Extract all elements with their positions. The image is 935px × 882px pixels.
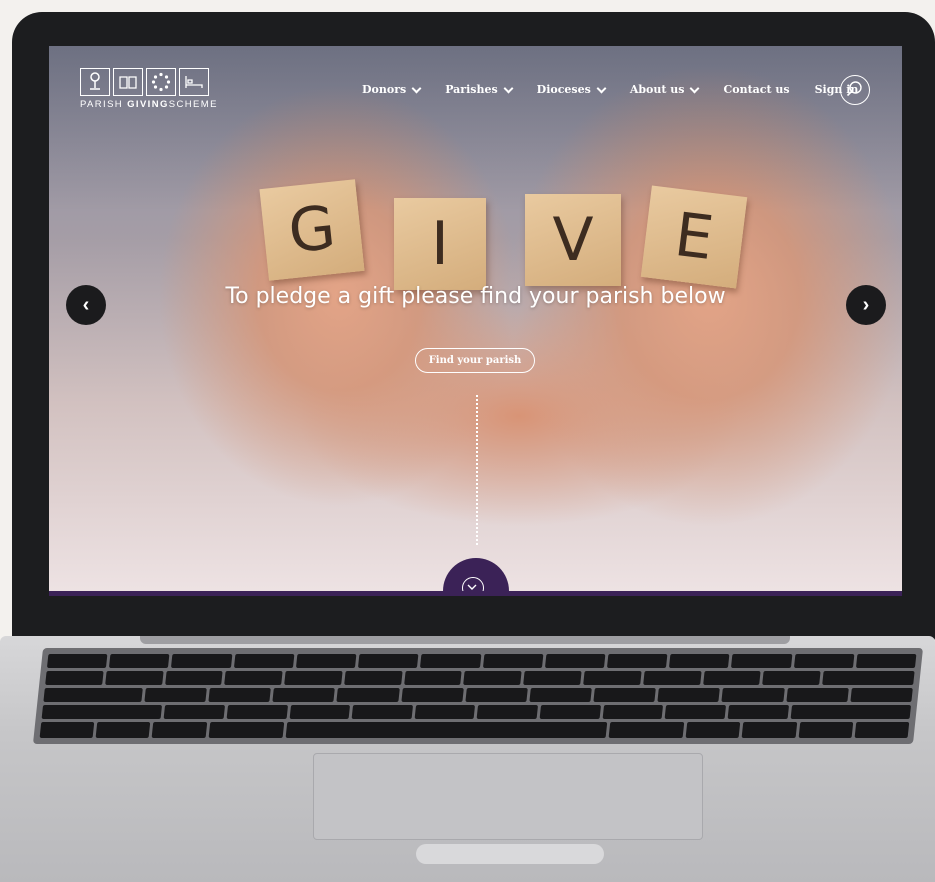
lid-notch bbox=[416, 844, 604, 864]
carousel-prev-button[interactable]: ‹ bbox=[66, 285, 106, 325]
bed-icon bbox=[179, 68, 209, 96]
accent-bar bbox=[49, 591, 902, 596]
circle-dots-icon bbox=[146, 68, 176, 96]
site-logo[interactable]: PARISH GIVINGSCHEME bbox=[80, 68, 230, 110]
main-nav: Donors Parishes Dioceses About us Contac… bbox=[362, 83, 883, 96]
chevron-down-icon bbox=[503, 83, 514, 93]
search-icon bbox=[846, 81, 862, 97]
letter-tile-i: I bbox=[394, 198, 486, 290]
website-screen: PARISH GIVINGSCHEME Donors Parishes Dioc… bbox=[49, 46, 902, 596]
logo-icons bbox=[80, 68, 230, 96]
letter-tile-e: E bbox=[640, 185, 748, 289]
chevron-down-icon bbox=[596, 83, 607, 93]
letter-tile-v: V bbox=[525, 194, 621, 286]
chalice-icon bbox=[80, 68, 110, 96]
laptop-hinge bbox=[140, 636, 790, 644]
carousel-next-button[interactable]: › bbox=[846, 285, 886, 325]
nav-parishes[interactable]: Parishes bbox=[445, 83, 514, 96]
chevron-down-icon bbox=[411, 83, 422, 93]
logo-text: PARISH GIVINGSCHEME bbox=[80, 99, 218, 110]
nav-about-us[interactable]: About us bbox=[630, 83, 700, 96]
book-icon bbox=[113, 68, 143, 96]
letter-tile-g: G bbox=[259, 179, 365, 281]
search-button[interactable] bbox=[840, 75, 870, 105]
laptop-base bbox=[0, 636, 935, 882]
dotted-divider bbox=[476, 395, 478, 545]
find-your-parish-button[interactable]: Find your parish bbox=[415, 348, 535, 373]
hero-headline: To pledge a gift please find your parish… bbox=[225, 284, 726, 309]
trackpad bbox=[313, 753, 703, 840]
nav-donors[interactable]: Donors bbox=[362, 83, 422, 96]
chevron-right-icon: › bbox=[862, 293, 870, 316]
chevron-left-icon: ‹ bbox=[82, 293, 90, 316]
nav-contact-us[interactable]: Contact us bbox=[723, 83, 789, 96]
keyboard bbox=[32, 648, 924, 744]
chevron-down-icon bbox=[690, 83, 700, 93]
nav-dioceses[interactable]: Dioceses bbox=[537, 83, 607, 96]
